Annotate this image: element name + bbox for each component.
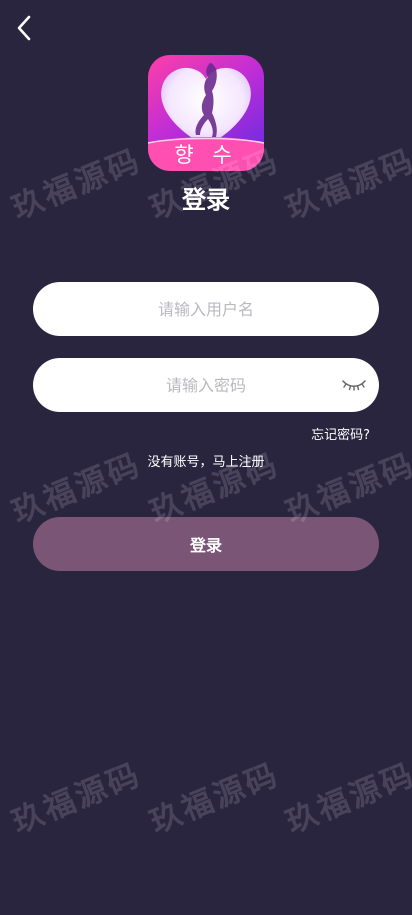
chevron-left-icon — [17, 15, 31, 41]
password-field[interactable] — [33, 358, 379, 412]
page-title: 登录 — [182, 186, 230, 214]
username-input[interactable] — [84, 298, 328, 320]
password-input[interactable] — [84, 374, 328, 396]
register-link[interactable]: 没有账号，马上注册 — [0, 451, 412, 470]
username-field[interactable] — [33, 282, 379, 336]
forgot-password-link[interactable]: 忘记密码? — [311, 424, 370, 443]
watermark: 玖福源码 — [6, 756, 147, 841]
watermark: 玖福源码 — [144, 756, 285, 841]
closed-eye-icon[interactable] — [341, 373, 367, 395]
app-logo: 향 수 — [148, 55, 264, 171]
watermark: 玖福源码 — [280, 756, 412, 841]
login-button[interactable]: 登录 — [33, 517, 379, 571]
back-button[interactable] — [10, 12, 38, 44]
logo-text: 향 수 — [174, 143, 238, 167]
